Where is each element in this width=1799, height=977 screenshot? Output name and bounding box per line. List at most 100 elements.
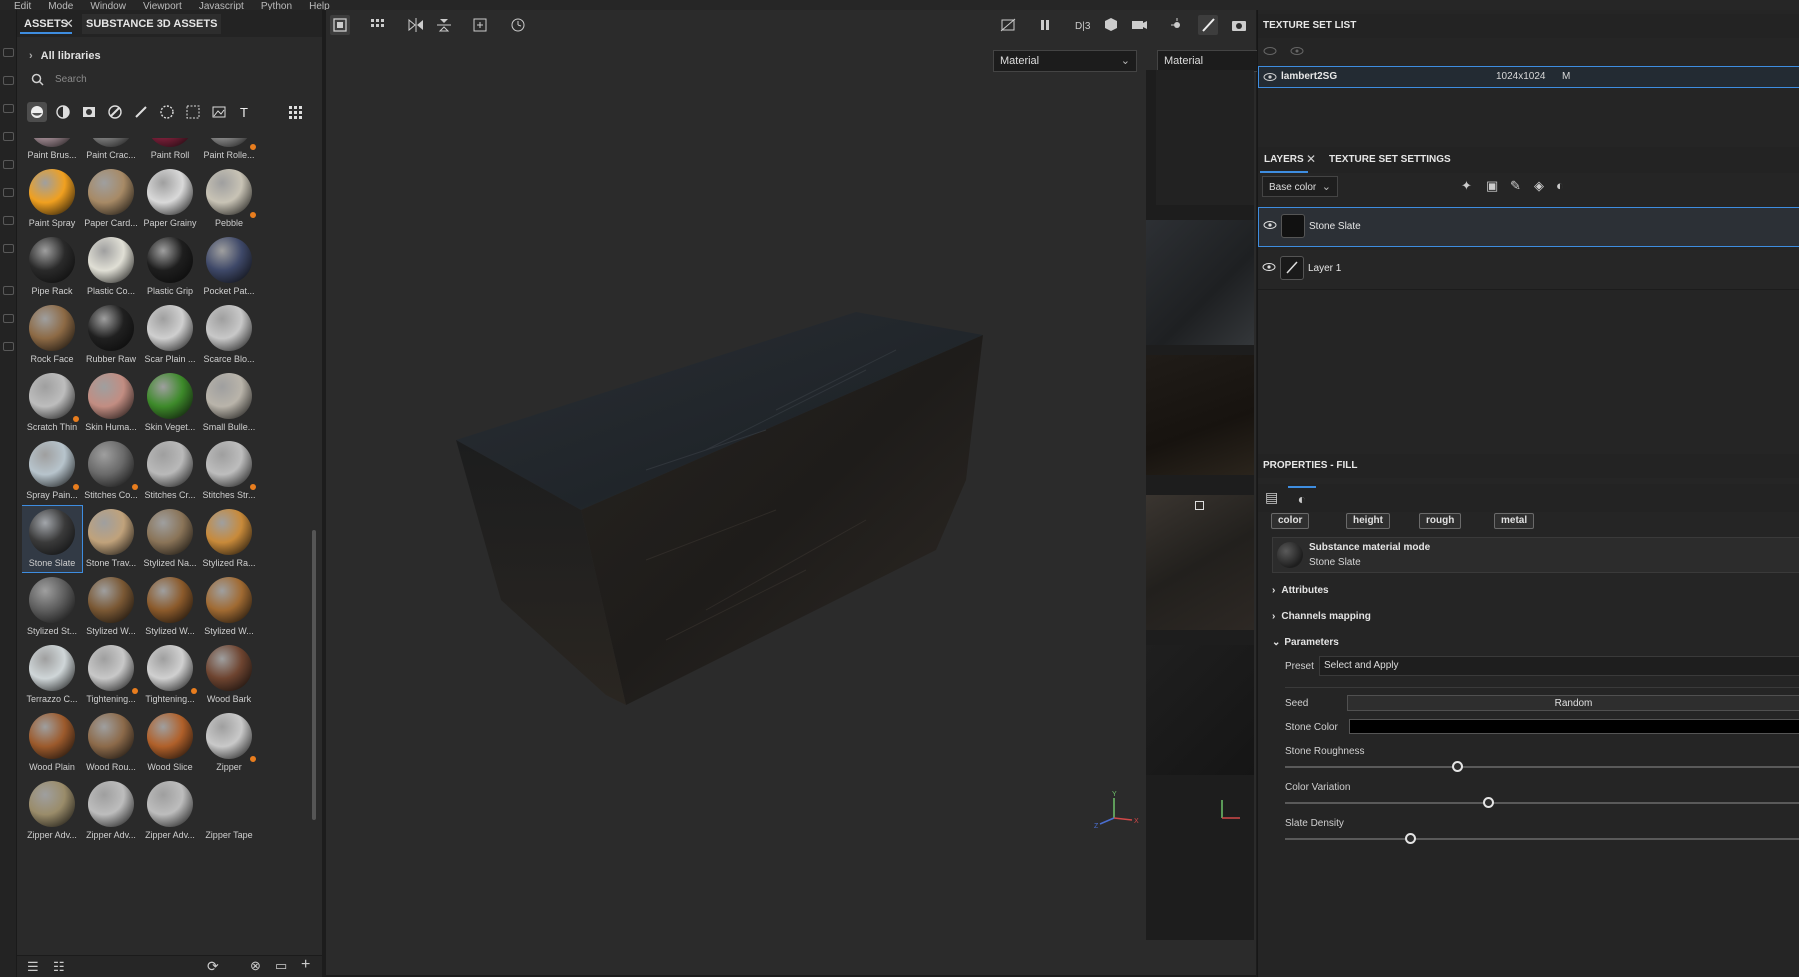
text-icon[interactable]: T [235,102,255,122]
slider-knob[interactable] [1404,833,1416,844]
add-effect-icon[interactable]: ✦ [1461,178,1472,194]
asset-tile[interactable]: Plastic Grip [140,234,200,300]
preset-dropdown[interactable]: Select and Apply [1319,656,1799,676]
stone-roughness-slider[interactable] [1285,761,1799,772]
texture-icon[interactable] [79,102,99,122]
smart-material-icon[interactable] [53,102,73,122]
viewport-channel-dropdown[interactable]: Material ⌄ [993,50,1137,72]
asset-tile[interactable]: Rock Face [22,302,82,368]
asset-tile[interactable]: Zipper Adv... [22,778,82,844]
asset-tile[interactable]: Stylized St... [22,574,82,640]
tab-substance-3d-assets[interactable]: SUBSTANCE 3D ASSETS [82,14,222,34]
menu-javascript[interactable]: Javascript [199,2,244,11]
attributes-section[interactable]: › Attributes [1272,585,1329,596]
asset-tile[interactable]: Terrazzo C... [22,642,82,708]
clone-tool-icon[interactable] [3,188,14,197]
asset-tile[interactable]: Rubber Raw [81,302,141,368]
asset-tile[interactable]: Stitches Cr... [140,438,200,504]
asset-tile[interactable]: Paint Brus... [22,138,82,164]
asset-tile[interactable]: Pebble [199,166,259,232]
screenshot-icon[interactable] [1229,15,1249,35]
viewport-mode-icon[interactable] [330,15,350,35]
sphere-icon[interactable] [27,102,47,122]
channel-toggle-height[interactable]: height [1346,513,1390,529]
tab-layers[interactable]: LAYERS [1260,147,1308,173]
grid-view-icon[interactable] [368,15,388,35]
hide-all-icon[interactable] [1263,46,1277,56]
asset-tile[interactable]: Zipper Adv... [81,778,141,844]
menu-python[interactable]: Python [261,2,292,11]
asset-tile[interactable]: Stitches Co... [81,438,141,504]
asset-tile[interactable]: Wood Plain [22,710,82,776]
eye-icon[interactable] [1263,220,1277,230]
asset-tile[interactable]: Zipper [199,710,259,776]
asset-tile[interactable]: Pipe Rack [22,234,82,300]
smudge-tool-icon[interactable] [3,160,14,169]
channel-toggle-color[interactable]: color [1271,513,1310,529]
menu-viewport[interactable]: Viewport [143,2,182,11]
asset-tile[interactable]: Skin Huma... [81,370,141,436]
layer-row-stone-slate[interactable]: Stone Slate [1258,207,1799,247]
asset-tile[interactable]: Pocket Pat... [199,234,259,300]
shader-settings-icon[interactable] [3,342,14,351]
split-view-icon[interactable]: D|3 [1072,15,1092,35]
asset-tile[interactable]: Scratch Thin [22,370,82,436]
add-folder-icon[interactable]: ◐ [1556,178,1564,193]
asset-tile[interactable]: Stylized W... [199,574,259,640]
material-card[interactable]: Substance material mode Stone Slate [1272,537,1799,573]
uv-2d-view[interactable] [1146,70,1254,940]
menu-help[interactable]: Help [309,2,330,11]
close-icon[interactable]: ✕ [63,16,74,32]
seed-button[interactable]: Random [1347,695,1799,711]
eye-icon[interactable] [1262,262,1276,272]
asset-tile[interactable]: Small Bulle... [199,370,259,436]
asset-tile[interactable]: Stone Slate [22,505,83,573]
uv-channel-dropdown[interactable]: Material [1157,50,1257,72]
pattern-icon[interactable] [157,102,177,122]
add-icon[interactable]: + [301,956,310,974]
viewport-3d[interactable]: D|3 Material ⌄ Material Y X Z [326,10,1257,975]
brush-icon[interactable] [131,102,151,122]
material-mode-icon[interactable]: ◐ [1288,486,1316,510]
asset-tile[interactable]: Paint Spray [22,166,82,232]
asset-tile[interactable]: Paint Roll [140,138,200,164]
asset-tile[interactable]: Scar Plain ... [140,302,200,368]
channels-mapping-section[interactable]: › Channels mapping [1272,611,1371,622]
menu-window[interactable]: Window [90,2,126,11]
geometry-mask-icon[interactable] [3,132,14,141]
asset-tile[interactable]: Wood Slice [140,710,200,776]
asset-tile[interactable]: Paper Card... [81,166,141,232]
assets-scrollbar[interactable] [312,530,316,820]
channel-toggle-metal[interactable]: metal [1494,513,1535,529]
asset-tile[interactable]: Paint Rolle... [199,138,259,164]
asset-tile[interactable]: Zipper Adv... [140,778,200,844]
slider-knob[interactable] [1451,761,1463,772]
parameters-section[interactable]: ⌄ Parameters [1272,637,1339,648]
tab-texture-set-settings[interactable]: TEXTURE SET SETTINGS [1325,147,1455,173]
slate-density-slider[interactable] [1285,833,1799,844]
eraser-tool-icon[interactable] [3,76,14,85]
asset-tile[interactable]: Spray Pain... [22,438,82,504]
search-field[interactable]: Search [29,72,309,88]
clear-icon[interactable]: ⊗ [250,958,261,974]
asset-tile[interactable]: Stitches Str... [199,438,259,504]
fill-settings-icon[interactable]: ▤ [1265,489,1278,506]
symmetry-icon[interactable] [406,15,426,35]
asset-tile[interactable]: Plastic Co... [81,234,141,300]
asset-tile[interactable]: Scarce Blo... [199,302,259,368]
channel-toggle-rough[interactable]: rough [1419,513,1462,529]
slider-knob[interactable] [1482,797,1494,808]
asset-tile[interactable]: Tightening... [140,642,200,708]
polygon-fill-icon[interactable] [3,244,14,253]
show-all-icon[interactable] [1290,46,1304,56]
filter-list-icon[interactable]: ☷ [53,959,65,975]
asset-tile[interactable]: Stylized Na... [140,506,200,572]
add-mask-icon[interactable]: ▣ [1486,178,1498,194]
asset-tile[interactable]: Tightening... [81,642,141,708]
layer-row-layer-1[interactable]: Layer 1 [1258,250,1799,290]
texture-set-row[interactable]: lambert2SG 1024x1024 M [1258,66,1799,88]
channel-select[interactable]: Base color ⌄ [1262,176,1338,197]
hide-icon[interactable] [998,15,1018,35]
asset-tile[interactable]: Skin Veget... [140,370,200,436]
fit-view-icon[interactable] [470,15,490,35]
